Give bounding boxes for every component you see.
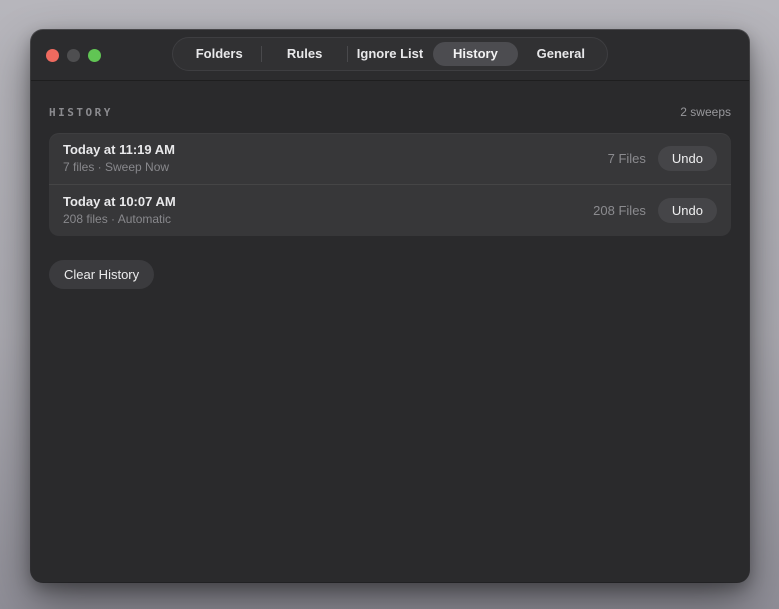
close-button[interactable] [46, 48, 59, 62]
sweep-details: 208 files · Automatic [63, 212, 172, 226]
titlebar[interactable]: Folders Rules Ignore List History Genera… [31, 30, 749, 81]
sweep-info: Today at 10:07 AM 208 files · Automatic [63, 194, 176, 226]
files-count: 208 Files [593, 202, 646, 218]
sweep-count: 2 sweeps [680, 105, 731, 119]
app-window: Folders Rules Ignore List History Genera… [31, 30, 749, 582]
sweep-actions: 7 Files Undo [607, 145, 717, 171]
tab-general[interactable]: General [519, 42, 603, 66]
traffic-lights [46, 30, 101, 80]
undo-button[interactable]: Undo [657, 145, 717, 171]
history-panel: HISTORY 2 sweeps Today at 11:19 AM 7 fil… [31, 105, 749, 289]
sweep-info: Today at 11:19 AM 7 files · Sweep Now [63, 142, 175, 174]
section-title: HISTORY [49, 106, 113, 119]
clear-history-button[interactable]: Clear History [49, 260, 155, 289]
tab-history[interactable]: History [433, 42, 518, 66]
sweep-timestamp: Today at 11:19 AM [63, 142, 175, 157]
history-list: Today at 11:19 AM 7 files · Sweep Now 7 … [49, 133, 731, 236]
history-row: Today at 10:07 AM 208 files · Automatic … [49, 184, 731, 236]
zoom-button[interactable] [88, 48, 101, 62]
tab-folders[interactable]: Folders [177, 42, 261, 66]
desktop-background: Folders Rules Ignore List History Genera… [0, 0, 779, 609]
sweep-actions: 208 Files Undo [593, 197, 717, 223]
section-header: HISTORY 2 sweeps [49, 105, 731, 119]
tab-ignore-list[interactable]: Ignore List [348, 42, 432, 66]
sweep-timestamp: Today at 10:07 AM [63, 194, 176, 209]
history-row: Today at 11:19 AM 7 files · Sweep Now 7 … [49, 133, 731, 184]
files-count: 7 Files [607, 150, 646, 166]
sweep-details: 7 files · Sweep Now [63, 160, 170, 174]
tab-rules[interactable]: Rules [262, 42, 346, 66]
minimize-button [67, 48, 80, 62]
undo-button[interactable]: Undo [657, 197, 717, 223]
tab-bar: Folders Rules Ignore List History Genera… [172, 37, 608, 71]
